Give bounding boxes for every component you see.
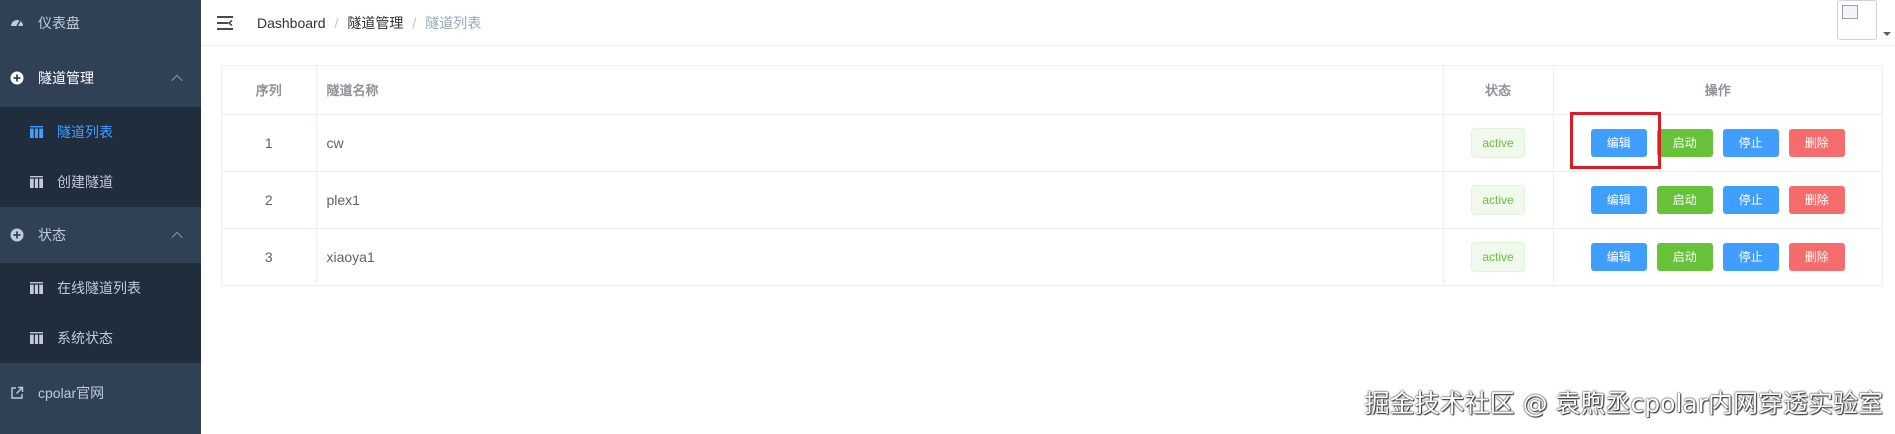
plus-circle-icon [10, 228, 24, 242]
stop-button[interactable]: 停止 [1722, 185, 1779, 214]
hamburger-icon[interactable] [217, 14, 235, 32]
delete-button[interactable]: 删除 [1788, 128, 1845, 157]
sidebar-item-label: 创建隧道 [57, 174, 113, 190]
watermark: 掘金技术社区 @ 袁煦丞cpolar内网穿透实验室 [1364, 389, 1883, 418]
start-button[interactable]: 启动 [1656, 128, 1713, 157]
status-submenu: 在线隧道列表 系统状态 [0, 263, 201, 363]
tunnel-submenu: 隧道列表 创建隧道 [0, 107, 201, 207]
sidebar-item-tunnel-list[interactable]: 隧道列表 [0, 107, 201, 157]
stop-button[interactable]: 停止 [1722, 242, 1779, 271]
row-index: 3 [222, 228, 317, 285]
table-header-row: 序列 隧道名称 状态 操作 [222, 66, 1882, 115]
row-index: 1 [222, 114, 317, 172]
breadcrumb: Dashboard / 隧道管理 / 隧道列表 [257, 13, 482, 33]
row-actions: 编辑 启动 停止 删除 [1554, 185, 1883, 214]
external-link-icon [10, 386, 24, 400]
breadcrumb-dashboard[interactable]: Dashboard [257, 15, 326, 31]
row-actions: 编辑 启动 停止 删除 [1554, 128, 1883, 157]
stop-button[interactable]: 停止 [1722, 128, 1779, 157]
row-tunnel-name: xiaoya1 [316, 228, 1444, 285]
breadcrumb-tunnel-management[interactable]: 隧道管理 [347, 13, 403, 33]
status-badge: active [1471, 184, 1525, 215]
row-tunnel-name: plex1 [316, 171, 1444, 229]
column-header-ops: 操作 [1553, 66, 1882, 115]
sidebar-item-system-status[interactable]: 系统状态 [0, 313, 201, 363]
sidebar-item-label: 仪表盘 [38, 15, 80, 31]
table-icon [30, 332, 43, 344]
sidebar-item-dashboard[interactable]: 仪表盘 [0, 0, 201, 46]
tunnel-table: 序列 隧道名称 状态 操作 1 cw active 编辑 启动 停止 删除 2 … [221, 65, 1883, 286]
sidebar-item-cpolar-site[interactable]: cpolar官网 [0, 363, 201, 423]
sidebar-item-label: 状态 [38, 227, 66, 243]
column-header-status: 状态 [1443, 66, 1554, 115]
table-row: 3 xiaoya1 active 编辑 启动 停止 删除 [222, 228, 1882, 285]
table-icon [30, 126, 43, 138]
start-button[interactable]: 启动 [1656, 242, 1713, 271]
chevron-up-icon [171, 231, 183, 244]
sidebar-item-label: cpolar官网 [38, 385, 105, 401]
avatar[interactable] [1837, 0, 1877, 40]
sidebar-item-tunnel-management[interactable]: 隧道管理 [0, 49, 201, 107]
user-menu[interactable] [1837, 0, 1891, 40]
row-actions: 编辑 启动 停止 删除 [1554, 242, 1883, 271]
column-header-index: 序列 [222, 66, 317, 115]
chevron-up-icon [171, 74, 183, 87]
sidebar-item-online-tunnels[interactable]: 在线隧道列表 [0, 263, 201, 313]
plus-circle-icon [10, 71, 24, 85]
row-tunnel-name: cw [316, 114, 1444, 172]
edit-button[interactable]: 编辑 [1590, 128, 1647, 157]
dashboard-icon [10, 16, 24, 30]
sidebar-item-label: 隧道列表 [57, 124, 113, 140]
edit-button[interactable]: 编辑 [1590, 242, 1647, 271]
sidebar-item-create-tunnel[interactable]: 创建隧道 [0, 157, 201, 207]
delete-button[interactable]: 删除 [1788, 185, 1845, 214]
caret-down-icon [1883, 32, 1891, 36]
table-icon [30, 176, 43, 188]
table-icon [30, 282, 43, 294]
sidebar-item-label: 隧道管理 [38, 70, 94, 86]
start-button[interactable]: 启动 [1656, 185, 1713, 214]
sidebar-item-status[interactable]: 状态 [0, 207, 201, 263]
breadcrumb-tunnel-list: 隧道列表 [425, 14, 482, 31]
table-row: 2 plex1 active 编辑 启动 停止 删除 [222, 171, 1883, 229]
sidebar-item-label: 系统状态 [57, 330, 113, 346]
sidebar-item-label: 在线隧道列表 [57, 280, 141, 296]
table-row: 1 cw active 编辑 启动 停止 删除 [222, 114, 1883, 172]
delete-button[interactable]: 删除 [1788, 242, 1845, 271]
navbar: Dashboard / 隧道管理 / 隧道列表 [201, 0, 1895, 46]
status-badge: active [1471, 241, 1525, 272]
edit-button[interactable]: 编辑 [1590, 185, 1647, 214]
sidebar: 仪表盘 隧道管理 隧道列表 创建隧道 状态 在线隧道列表 系统状态 cpolar… [0, 0, 201, 434]
row-index: 2 [222, 171, 317, 229]
column-header-name: 隧道名称 [316, 66, 1444, 115]
status-badge: active [1471, 127, 1525, 158]
